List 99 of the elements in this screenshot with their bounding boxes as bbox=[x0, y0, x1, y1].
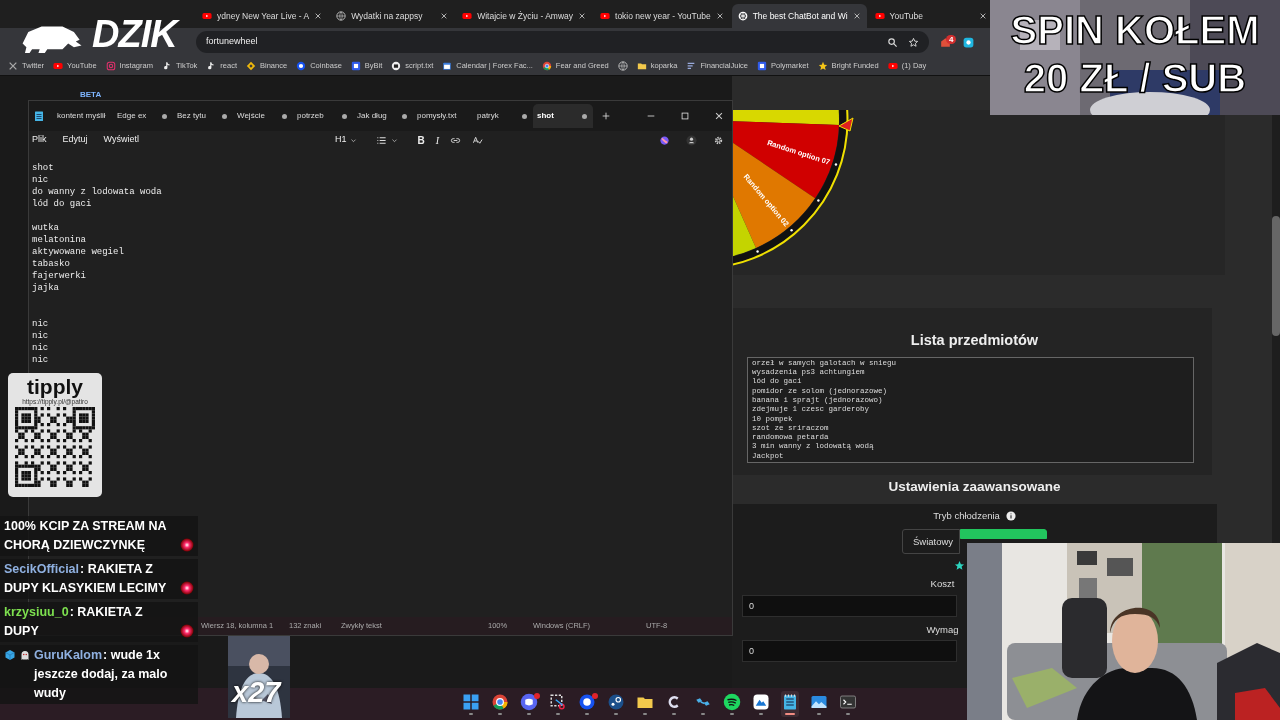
heading-dropdown[interactable]: H1 bbox=[334, 133, 358, 147]
note-text[interactable]: shot nic do wanny z lodowata woda lód do gaci wutka melatonina aktywowane wegiel tabasko fajerwerki jajka nic nic nic nic bbox=[32, 162, 162, 366]
star-icon bbox=[817, 60, 828, 71]
file-tab[interactable]: Edge ex bbox=[113, 104, 173, 128]
browser-tab[interactable]: Witajcie w Życiu - Amway bbox=[456, 4, 592, 28]
video-play-icon bbox=[462, 11, 473, 21]
file-tab[interactable]: Jak dług bbox=[353, 104, 413, 128]
field-label: Koszt bbox=[930, 577, 956, 592]
notepad-icon bbox=[33, 110, 45, 122]
address-bar[interactable]: fortunewheel bbox=[196, 31, 929, 53]
number-field[interactable]: 0 bbox=[742, 594, 957, 617]
field-label: Wymag bbox=[926, 622, 960, 637]
bars-icon bbox=[686, 60, 697, 71]
menu-item[interactable]: Edytuj bbox=[62, 133, 88, 147]
disc-icon[interactable] bbox=[607, 693, 625, 711]
file-tab[interactable]: pomysły.txt bbox=[413, 104, 473, 128]
square-icon bbox=[757, 60, 767, 71]
camera-icon bbox=[105, 60, 116, 71]
tip-brand: tipply bbox=[27, 376, 83, 398]
cooldown-label: Tryb chłodzenia bbox=[933, 509, 1000, 523]
ring-icon bbox=[296, 60, 307, 71]
beta-tag: BETA bbox=[80, 90, 102, 99]
extension-icon[interactable] bbox=[962, 35, 975, 49]
start-icon[interactable] bbox=[462, 693, 480, 711]
section-title: Ustawienia zaawansowane bbox=[887, 477, 1062, 496]
colored-circle-icon bbox=[541, 60, 552, 71]
star-icon bbox=[954, 560, 965, 572]
globe-icon bbox=[336, 11, 347, 21]
scissors-icon[interactable] bbox=[549, 693, 567, 711]
cross-mark-icon bbox=[8, 60, 18, 71]
browser-tab[interactable]: tokio new year - YouTube bbox=[594, 4, 730, 28]
sound-waves-icon[interactable] bbox=[723, 693, 741, 711]
search-icon[interactable] bbox=[887, 36, 898, 48]
file-tab[interactable]: patryk bbox=[473, 104, 533, 128]
diamond-icon bbox=[246, 60, 256, 71]
close-icon[interactable] bbox=[714, 111, 724, 121]
menu-item[interactable]: Plik bbox=[32, 133, 47, 147]
settings-icon[interactable] bbox=[713, 134, 724, 146]
close-icon[interactable] bbox=[715, 12, 724, 20]
browser-tab[interactable]: Wydatki na zappsy bbox=[330, 4, 455, 28]
banner-text: SPIN KOŁEM bbox=[1009, 8, 1261, 52]
message-text: krzysiuu_0: RAKIETA Z DUPY bbox=[4, 604, 144, 640]
ring-icon[interactable] bbox=[578, 693, 596, 711]
knot-icon bbox=[737, 11, 748, 21]
landscape-icon[interactable] bbox=[810, 693, 828, 711]
file-tab[interactable]: Wejście bbox=[233, 104, 293, 128]
star-outline-icon[interactable] bbox=[908, 36, 919, 48]
file-tab[interactable]: kontent myślił bbox=[53, 104, 113, 128]
video-play-icon bbox=[887, 60, 898, 71]
video-play-icon bbox=[600, 11, 610, 21]
mountain-icon[interactable] bbox=[752, 693, 770, 711]
close-icon[interactable] bbox=[852, 12, 861, 20]
info-icon[interactable] bbox=[1005, 511, 1016, 522]
browser-tab[interactable]: YouTube bbox=[868, 4, 993, 28]
file-tab[interactable]: shot bbox=[533, 104, 593, 128]
chat-bubble-icon[interactable] bbox=[520, 693, 538, 711]
number-field[interactable]: 0 bbox=[742, 639, 957, 662]
scrollbar-thumb[interactable] bbox=[1272, 216, 1280, 336]
menu-item[interactable]: Wyświetl bbox=[103, 133, 139, 147]
music-note-icon bbox=[161, 60, 172, 71]
extension-badge: 4 bbox=[946, 35, 957, 44]
colored-circle-icon[interactable] bbox=[491, 693, 509, 711]
cube-icon bbox=[4, 649, 16, 661]
square-icon bbox=[350, 60, 361, 71]
account-icon[interactable] bbox=[686, 134, 697, 146]
list-dropdown[interactable] bbox=[376, 134, 399, 146]
list-icon bbox=[376, 134, 388, 146]
bold-button[interactable]: B bbox=[417, 132, 425, 148]
spellcheck-icon[interactable] bbox=[472, 134, 484, 146]
mode-button[interactable] bbox=[960, 529, 1047, 540]
message-text: GuruKalom: wude 1x jeszcze dodaj, za malo wudy bbox=[34, 647, 169, 702]
video-play-icon bbox=[202, 11, 212, 21]
plus-icon[interactable] bbox=[601, 111, 611, 121]
banner-text: 20 ZŁ / SUB bbox=[1022, 56, 1248, 100]
close-icon[interactable] bbox=[578, 12, 586, 20]
browser-tab[interactable]: The best ChatBot and Wi bbox=[731, 4, 867, 28]
italic-button[interactable]: I bbox=[435, 132, 440, 148]
qr-code-drawing[interactable] bbox=[15, 407, 95, 487]
maximize-icon[interactable] bbox=[680, 111, 690, 121]
calendar-icon bbox=[442, 60, 453, 71]
pointer-icon bbox=[838, 117, 854, 132]
video-play-icon bbox=[874, 11, 885, 21]
terminal-icon[interactable] bbox=[839, 693, 857, 711]
mode-button[interactable]: Światowy bbox=[902, 529, 960, 555]
notepad-icon[interactable] bbox=[781, 693, 799, 711]
file-tab[interactable]: potrzeb bbox=[293, 104, 353, 128]
music-note-icon bbox=[206, 60, 217, 71]
close-icon[interactable] bbox=[440, 12, 449, 20]
close-icon[interactable] bbox=[978, 12, 987, 20]
browser-tab[interactable]: ydney New Year Live - A bbox=[196, 4, 329, 28]
globe-icon[interactable] bbox=[617, 60, 628, 71]
message-text: 100% KCIP ZA STREAM NA CHORĄ DZIEWCZYNKĘ bbox=[4, 518, 168, 554]
message-text: SecikOfficial: RAKIETA Z DUPY KLASYKIEM LECIMY bbox=[4, 561, 168, 597]
video-play-icon bbox=[53, 60, 64, 71]
close-icon[interactable] bbox=[314, 12, 323, 20]
swirl-icon[interactable] bbox=[659, 134, 670, 146]
ghost-icon bbox=[19, 649, 31, 661]
section-title: Lista przedmiotów bbox=[910, 331, 1039, 350]
file-tab[interactable]: Bez tytu bbox=[173, 104, 233, 128]
